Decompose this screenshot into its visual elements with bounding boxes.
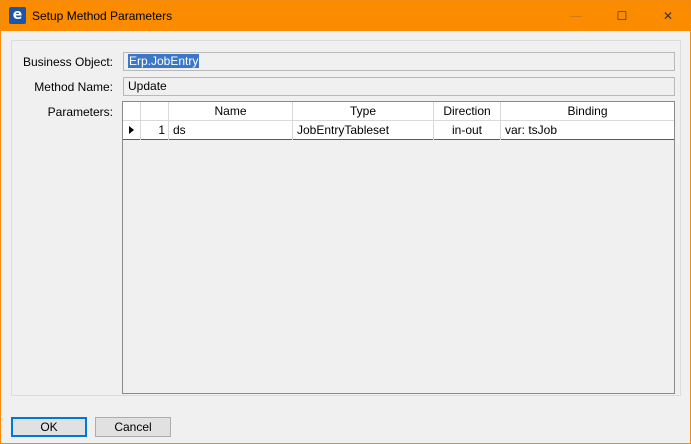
minimize-button[interactable]: — [553,1,599,31]
cancel-button[interactable]: Cancel [95,417,171,437]
business-object-field[interactable]: Erp.JobEntry [123,52,675,71]
method-name-value: Update [128,79,167,93]
title-bar: e Setup Method Parameters — ☐ ✕ [1,1,690,31]
row-selector-arrow-icon [129,126,134,134]
cell-binding[interactable]: var: tsJob [501,121,674,140]
column-header-name[interactable]: Name [169,102,293,121]
method-name-field[interactable]: Update [123,77,675,96]
business-object-label: Business Object: [22,55,113,69]
window-title: Setup Method Parameters [32,9,173,23]
parameters-grid[interactable]: Name Type Direction Binding 1 ds JobEntr… [122,101,675,394]
column-header-binding[interactable]: Binding [501,102,674,121]
cell-name[interactable]: ds [169,121,293,140]
setup-method-parameters-window: e Setup Method Parameters — ☐ ✕ Business… [0,0,691,444]
header-row-selector [123,102,141,121]
cell-type[interactable]: JobEntryTableset [293,121,434,140]
epicor-app-icon: e [9,7,26,24]
column-header-direction[interactable]: Direction [434,102,501,121]
row-selector[interactable] [123,121,141,140]
method-name-label: Method Name: [34,80,113,94]
cell-direction[interactable]: in-out [434,121,501,140]
parameters-label: Parameters: [47,105,113,119]
close-button[interactable]: ✕ [645,1,691,31]
ok-button[interactable]: OK [11,417,87,437]
table-row[interactable]: 1 ds JobEntryTableset in-out var: tsJob [123,121,674,140]
maximize-button[interactable]: ☐ [599,1,645,31]
app-icon-letter: e [12,7,23,23]
row-index: 1 [141,121,169,140]
column-header-type[interactable]: Type [293,102,434,121]
header-index [141,102,169,121]
business-object-value: Erp.JobEntry [128,54,200,68]
grid-header-row: Name Type Direction Binding [123,102,674,121]
